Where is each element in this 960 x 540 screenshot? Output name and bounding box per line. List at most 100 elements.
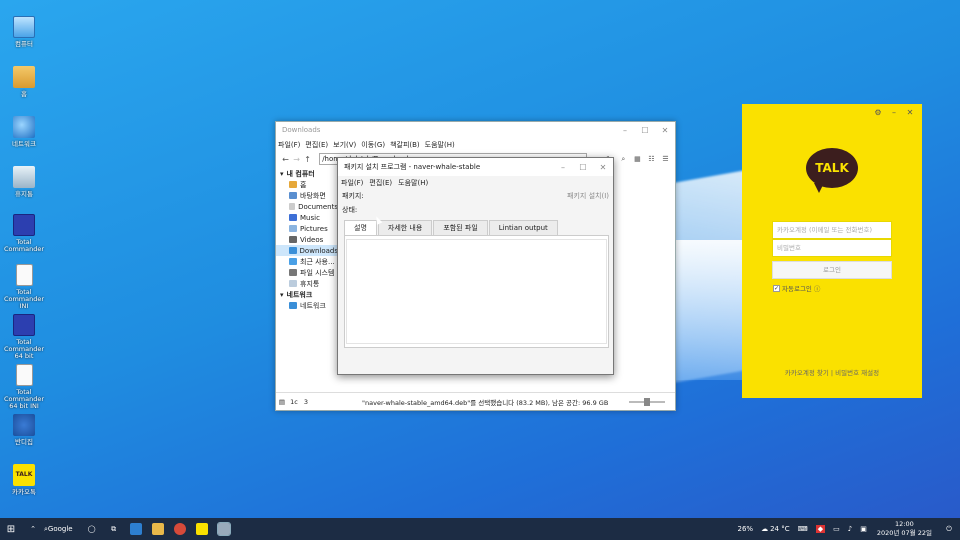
- desktop-icon-trash[interactable]: 휴지통: [0, 166, 48, 198]
- trash-icon: [13, 166, 35, 188]
- list-view-icon[interactable]: ☰: [660, 153, 671, 165]
- notification-icon[interactable]: ▣: [860, 525, 867, 533]
- account-links[interactable]: 카카오계정 찾기 | 비밀번호 재설정: [742, 367, 922, 377]
- home-icon: [289, 181, 297, 188]
- tab-details[interactable]: 자세한 내용: [377, 220, 433, 235]
- sidebar-header-computer[interactable]: ▾ 내 컴퓨터: [276, 168, 338, 179]
- tab-description[interactable]: 설명: [344, 220, 377, 235]
- sidebar-item-recent[interactable]: 최근 사용...: [276, 256, 338, 267]
- kakao-password-input[interactable]: 비밀번호: [772, 239, 892, 257]
- close-icon[interactable]: ✕: [593, 163, 613, 172]
- kakaotalk-icon[interactable]: [191, 518, 213, 540]
- desktop-icon-total-commander-64-ini[interactable]: Total Commander 64 bit INI: [0, 364, 48, 410]
- desktop-icon-total-commander-ini[interactable]: Total Commander INI: [0, 264, 48, 310]
- sidebar-item-network[interactable]: 네트워크: [276, 300, 338, 311]
- maximize-icon[interactable]: ☐: [635, 126, 655, 135]
- menu-edit[interactable]: 편집(E): [305, 140, 328, 150]
- maximize-icon[interactable]: ☐: [573, 163, 593, 172]
- sidebar-item-music[interactable]: Music: [276, 212, 338, 223]
- kakaotalk-icon: TALK: [13, 464, 35, 486]
- floppy-icon: [13, 314, 35, 336]
- menu-file[interactable]: 파일(F): [278, 140, 300, 150]
- package-installer-icon[interactable]: [213, 518, 235, 540]
- clock[interactable]: 12:00 2020년 07월 22일: [877, 520, 932, 538]
- sidebar-item-trash[interactable]: 휴지통: [276, 278, 338, 289]
- start-menu-icon[interactable]: ⊞: [0, 524, 22, 535]
- sidebar-item-documents[interactable]: Documents: [276, 201, 338, 212]
- zoom-slider[interactable]: [629, 398, 665, 406]
- clock-time: 12:00: [895, 520, 914, 528]
- status-label: 상태:: [342, 206, 358, 214]
- up-arrow-icon[interactable]: ↑: [302, 155, 313, 164]
- menu-edit[interactable]: 편집(E): [369, 178, 392, 188]
- description-text-area[interactable]: [346, 239, 607, 344]
- kakaotalk-titlebar[interactable]: ⚙ – ✕: [742, 104, 922, 120]
- menu-bookmarks[interactable]: 책갈피(B): [390, 140, 420, 150]
- auto-login-checkbox[interactable]: ✓: [773, 284, 780, 292]
- sidebar-item-filesystem[interactable]: 파일 시스템: [276, 267, 338, 278]
- close-icon[interactable]: ✕: [902, 108, 918, 117]
- sidebar-item-pictures[interactable]: Pictures: [276, 223, 338, 234]
- login-button[interactable]: 로그인: [772, 261, 892, 279]
- file-manager-menubar: 파일(F) 편집(E) 보기(V) 이동(G) 책갈피(B) 도움말(H): [276, 138, 675, 151]
- sidebar-toggle-icon[interactable]: ▤: [276, 398, 288, 406]
- language-icon[interactable]: ⌨: [798, 525, 808, 533]
- battery-level[interactable]: 26%: [738, 525, 754, 533]
- cortana-circle-icon[interactable]: ◯: [81, 518, 103, 540]
- tab-included-files[interactable]: 포함된 파일: [433, 220, 488, 235]
- package-label: 패키지:: [342, 192, 364, 200]
- sidebar-header-network[interactable]: ▾ 네트워크: [276, 289, 338, 300]
- menu-go[interactable]: 이동(G): [361, 140, 385, 150]
- desktop-icon-bandizip[interactable]: 반디집: [0, 414, 48, 446]
- icon-view-icon[interactable]: ▦: [632, 153, 643, 165]
- sidebar-item-home[interactable]: 홈: [276, 179, 338, 190]
- weather-temp[interactable]: 24 °C: [770, 525, 790, 533]
- compact-view-icon[interactable]: ☷: [646, 153, 657, 165]
- close-icon[interactable]: ✕: [655, 126, 675, 135]
- gear-icon[interactable]: ⚙: [870, 108, 886, 117]
- desktop-icon-kakaotalk[interactable]: TALK 카카오톡: [0, 464, 48, 496]
- file-manager-titlebar[interactable]: Downloads – ☐ ✕: [276, 122, 675, 138]
- sidebar-item-downloads[interactable]: Downloads: [276, 245, 338, 256]
- auto-login-label: 자동로그인: [782, 285, 812, 293]
- desktop-icon-computer[interactable]: 컴퓨터: [0, 16, 48, 48]
- chevron-up-icon[interactable]: ⌃: [22, 518, 44, 540]
- search-icon[interactable]: ⌕: [618, 153, 629, 165]
- dialog-titlebar[interactable]: 패키지 설치 프로그램 - naver-whale-stable – ☐ ✕: [338, 158, 613, 176]
- status-button-2[interactable]: 3: [300, 398, 312, 406]
- desktop-icon-total-commander[interactable]: Total Commander: [0, 214, 48, 253]
- menu-help[interactable]: 도움말(H): [398, 178, 428, 188]
- task-view-icon[interactable]: ⧉: [103, 518, 125, 540]
- desktop-icon-network[interactable]: 네트워크: [0, 116, 48, 148]
- zoom-slider-handle[interactable]: [644, 398, 650, 406]
- minimize-icon[interactable]: –: [553, 163, 573, 172]
- power-icon[interactable]: ⏻: [938, 518, 960, 540]
- file-explorer-icon[interactable]: [147, 518, 169, 540]
- back-arrow-icon[interactable]: ←: [280, 155, 291, 164]
- forward-arrow-icon[interactable]: →: [291, 155, 302, 164]
- menu-file[interactable]: 파일(F): [341, 178, 363, 188]
- status-button-1[interactable]: 1c: [288, 398, 300, 406]
- kakaotalk-logo: TALK: [806, 148, 858, 188]
- menu-help[interactable]: 도움말(H): [425, 140, 455, 150]
- floppy-icon: [13, 214, 35, 236]
- minimize-icon[interactable]: –: [615, 126, 635, 135]
- install-package-button[interactable]: 패키지 설치(I): [567, 191, 609, 201]
- kakao-id-input[interactable]: 카카오계정 (이메일 또는 전화번호): [772, 221, 892, 239]
- minimize-icon[interactable]: –: [886, 108, 902, 117]
- sidebar-item-desktop[interactable]: 바탕화면: [276, 190, 338, 201]
- desktop-icon-home[interactable]: 홈: [0, 66, 48, 98]
- volume-icon[interactable]: ♪: [848, 525, 852, 533]
- info-icon[interactable]: ⓘ: [814, 283, 821, 293]
- desktop-icon-total-commander-64[interactable]: Total Commander 64 bit: [0, 314, 48, 360]
- dialog-title: 패키지 설치 프로그램 - naver-whale-stable: [344, 163, 481, 171]
- tab-lintian-output[interactable]: Lintian output: [488, 220, 558, 235]
- menu-view[interactable]: 보기(V): [333, 140, 356, 150]
- chrome-icon[interactable]: [169, 518, 191, 540]
- sidebar-item-videos[interactable]: Videos: [276, 234, 338, 245]
- app-tray-icon[interactable]: ◆: [815, 525, 826, 533]
- network-icon[interactable]: ▭: [833, 525, 840, 533]
- dialog-menubar: 파일(F) 편집(E) 도움말(H): [338, 176, 613, 189]
- search-button[interactable]: ⌕ Google: [44, 525, 73, 534]
- store-icon[interactable]: [125, 518, 147, 540]
